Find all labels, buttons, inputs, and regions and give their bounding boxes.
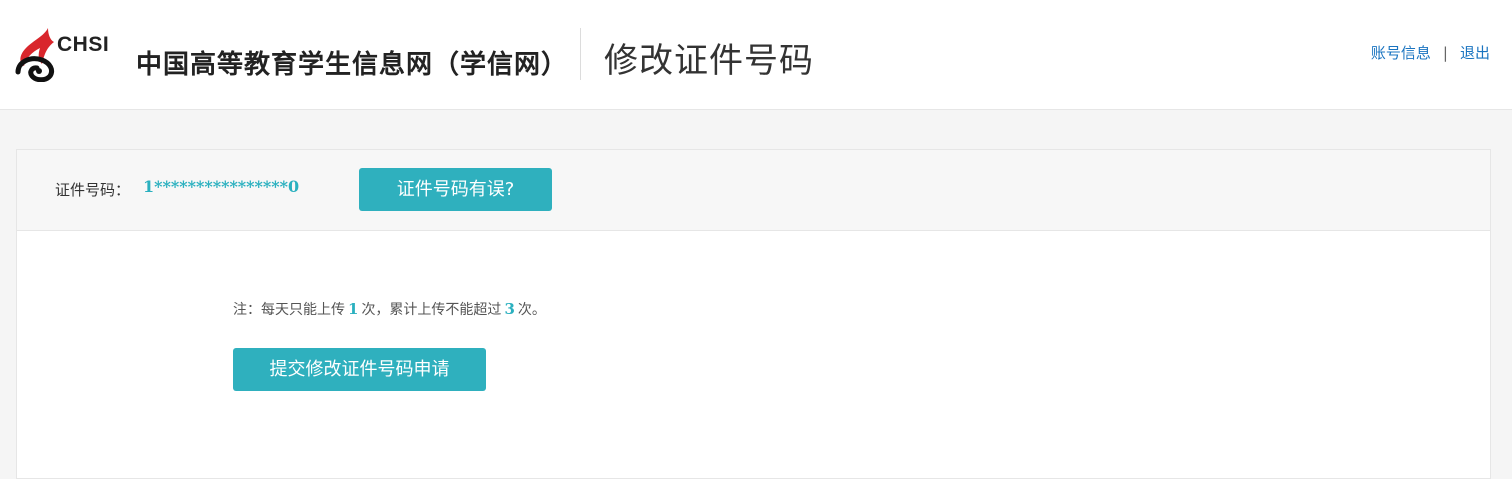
note-middle: 次，累计上传不能超过	[361, 302, 502, 318]
page-title: 修改证件号码	[604, 41, 814, 81]
account-info-link[interactable]: 账号信息	[1371, 44, 1431, 62]
header-divider	[580, 28, 581, 80]
link-separator: |	[1442, 44, 1448, 62]
site-name[interactable]: 中国高等教育学生信息网（学信网）	[136, 44, 568, 81]
logo-text: CHSI	[57, 33, 110, 56]
id-number-bar: 证件号码： 1****************0 证件号码有误?	[17, 150, 1490, 231]
main-panel: 证件号码： 1****************0 证件号码有误? 注：每天只能上…	[16, 149, 1491, 479]
site-header: CHSI 中国高等教育学生信息网（学信网） 修改证件号码 账号信息 | 退出	[0, 0, 1512, 110]
id-number-label: 证件号码：	[55, 181, 131, 199]
id-number-error-button[interactable]: 证件号码有误?	[359, 168, 552, 211]
submit-id-change-button[interactable]: 提交修改证件号码申请	[233, 348, 486, 391]
upload-limit-note: 注：每天只能上传 1 次，累计上传不能超过 3 次。	[233, 299, 546, 319]
logout-link[interactable]: 退出	[1460, 44, 1490, 62]
note-prefix: 注：每天只能上传	[233, 302, 345, 318]
total-limit-value: 3	[504, 300, 515, 318]
daily-limit-value: 1	[348, 300, 359, 318]
id-number-value: 1****************0	[143, 177, 300, 196]
note-suffix: 次。	[517, 302, 546, 318]
top-links: 账号信息 | 退出	[1371, 42, 1490, 63]
